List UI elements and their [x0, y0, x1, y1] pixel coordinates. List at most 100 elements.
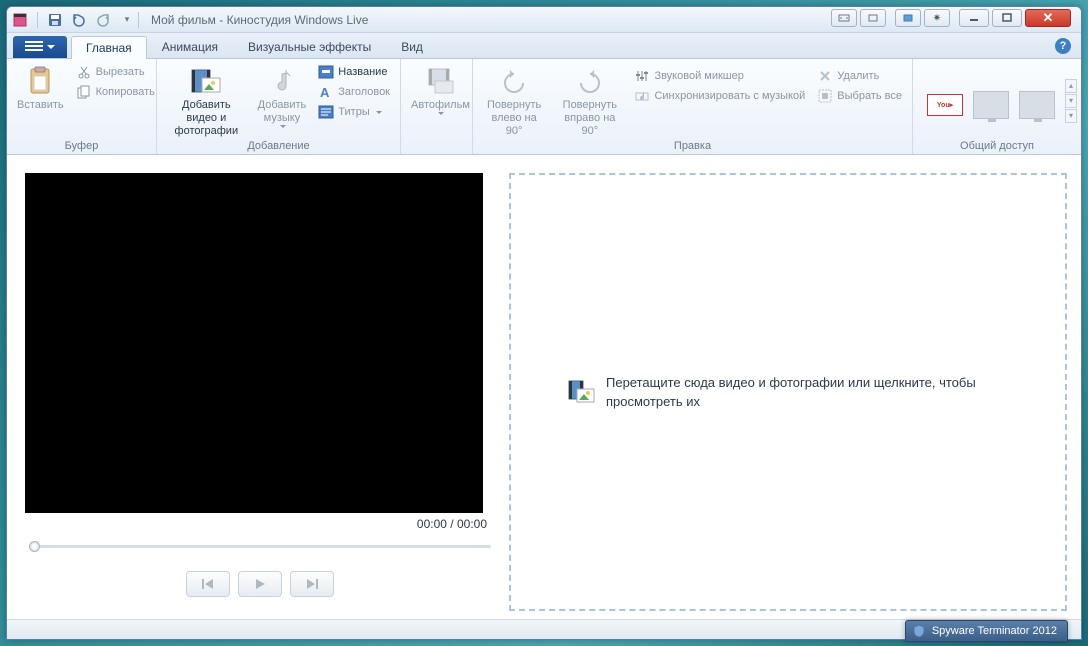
- time-separator: /: [447, 517, 457, 531]
- share-gallery[interactable]: You▸: [917, 83, 1065, 119]
- drop-hint: Перетащите сюда видео и фотографии или щ…: [568, 373, 1008, 412]
- add-music-button[interactable]: Добавить музыку: [252, 61, 313, 128]
- select-all-button[interactable]: Выбрать все: [815, 87, 904, 105]
- seek-thumb[interactable]: [29, 541, 40, 552]
- cut-button[interactable]: Вырезать: [74, 63, 157, 81]
- scroll-down-icon[interactable]: ▾: [1065, 94, 1077, 108]
- seek-bar[interactable]: [29, 537, 491, 555]
- tray-text: Spyware Terminator 2012: [932, 625, 1057, 637]
- rotate-left-icon: [498, 65, 530, 97]
- caption-icon: A: [318, 84, 334, 100]
- rotate-right-button[interactable]: Повернуть вправо на 90°: [551, 61, 628, 139]
- title-button[interactable]: Название: [316, 63, 392, 81]
- audio-mixer-label: Звуковой микшер: [654, 70, 743, 82]
- automovie-button[interactable]: Автофильм: [405, 61, 476, 115]
- workspace: 00:00 / 00:00 Перетащите сюда видео и фо…: [7, 155, 1081, 619]
- scissors-icon: [76, 64, 92, 80]
- extra-button-3[interactable]: [895, 9, 921, 27]
- rotate-left-label: Повернуть влево на 90°: [483, 99, 545, 139]
- svg-text:A: A: [320, 85, 330, 99]
- add-music-label: Добавить музыку: [258, 99, 307, 125]
- rotate-right-icon: [574, 65, 606, 97]
- qat-separator: [37, 12, 38, 28]
- gallery-expand-icon[interactable]: ▾: [1065, 109, 1077, 123]
- prev-frame-button[interactable]: [186, 571, 230, 597]
- window-controls: ✷ ✕: [828, 9, 1077, 27]
- app-window: ▾ Мой фильм - Киностудия Windows Live ✷ …: [6, 6, 1082, 640]
- tab-main[interactable]: Главная: [71, 36, 147, 59]
- undo-icon[interactable]: [70, 11, 88, 29]
- file-menu-icon: [25, 41, 43, 53]
- redo-icon[interactable]: [94, 11, 112, 29]
- rotate-left-button[interactable]: Повернуть влево на 90°: [477, 61, 551, 139]
- add-video-button[interactable]: Добавить видео и фотографии: [161, 61, 252, 139]
- tab-view[interactable]: Вид: [386, 35, 438, 58]
- qat-separator: [138, 12, 139, 28]
- copy-button[interactable]: Копировать: [74, 83, 157, 101]
- audio-mixer-button[interactable]: Звуковой микшер: [632, 67, 807, 85]
- app-icon[interactable]: [11, 11, 29, 29]
- caption-button[interactable]: A Заголовок: [316, 83, 392, 101]
- window-title: Мой фильм - Киностудия Windows Live: [151, 13, 368, 27]
- group-buffer: Вставить Вырезать Копировать Буфер: [7, 59, 157, 154]
- scroll-up-icon[interactable]: ▴: [1065, 79, 1077, 93]
- gallery-scroll[interactable]: ▴ ▾ ▾: [1065, 75, 1077, 127]
- mixer-icon: [634, 68, 650, 84]
- credits-button[interactable]: Титры: [316, 103, 392, 121]
- music-note-icon: [266, 65, 298, 97]
- caption-label: Заголовок: [338, 86, 390, 98]
- paste-label: Вставить: [17, 99, 64, 112]
- group-share: You▸ ▴ ▾ ▾ Общий доступ: [913, 59, 1081, 154]
- extra-button-4[interactable]: ✷: [924, 9, 950, 27]
- extra-button-1[interactable]: [831, 9, 857, 27]
- cut-label: Вырезать: [96, 66, 145, 78]
- credits-label: Титры: [338, 106, 369, 118]
- video-preview: [25, 173, 483, 513]
- file-menu-tab[interactable]: [13, 36, 67, 58]
- storyboard-drop-area[interactable]: Перетащите сюда видео и фотографии или щ…: [509, 173, 1067, 611]
- paste-button[interactable]: Вставить: [11, 61, 70, 112]
- minimize-button[interactable]: [959, 9, 989, 27]
- group-edit-label: Правка: [477, 140, 908, 154]
- select-all-label: Выбрать все: [837, 90, 902, 102]
- ribbon-tabs: Главная Анимация Визуальные эффекты Вид …: [7, 33, 1081, 59]
- chevron-down-icon: [438, 112, 444, 115]
- automovie-icon: [424, 65, 456, 97]
- film-photo-icon: [190, 65, 222, 97]
- automovie-label: Автофильм: [411, 99, 470, 112]
- monitor-icon: [1019, 91, 1055, 119]
- rotate-right-label: Повернуть вправо на 90°: [557, 99, 622, 139]
- chevron-down-icon: [376, 111, 382, 114]
- film-photo-icon: [568, 378, 596, 406]
- ribbon: Вставить Вырезать Копировать Буфер: [7, 59, 1081, 155]
- sync-music-button[interactable]: Синхронизировать с музыкой: [632, 87, 807, 105]
- group-add: Добавить видео и фотографии Добавить муз…: [157, 59, 401, 154]
- delete-button[interactable]: Удалить: [815, 67, 904, 85]
- copy-label: Копировать: [96, 86, 155, 98]
- tab-animation[interactable]: Анимация: [147, 35, 233, 58]
- group-buffer-label: Буфер: [11, 140, 152, 154]
- group-add-label: Добавление: [161, 140, 396, 154]
- maximize-button[interactable]: [992, 9, 1022, 27]
- add-video-label: Добавить видео и фотографии: [167, 99, 246, 139]
- shield-icon: [912, 624, 926, 638]
- transport-controls: [25, 571, 495, 597]
- help-icon[interactable]: ?: [1055, 38, 1071, 54]
- tab-effects[interactable]: Визуальные эффекты: [233, 35, 386, 58]
- title-icon: [318, 64, 334, 80]
- seek-track: [29, 545, 491, 548]
- next-frame-button[interactable]: [290, 571, 334, 597]
- tray-notification[interactable]: Spyware Terminator 2012: [905, 620, 1068, 642]
- group-automovie-label: [405, 140, 468, 154]
- clipboard-icon: [24, 65, 56, 97]
- delete-icon: [817, 68, 833, 84]
- chevron-down-icon: [280, 125, 286, 128]
- credits-icon: [318, 104, 334, 120]
- quick-access-toolbar: ▾: [11, 11, 136, 29]
- qat-customize-icon[interactable]: ▾: [118, 11, 136, 29]
- extra-button-2[interactable]: [860, 9, 886, 27]
- chevron-down-icon: [47, 45, 55, 49]
- play-button[interactable]: [238, 571, 282, 597]
- save-icon[interactable]: [46, 11, 64, 29]
- close-button[interactable]: ✕: [1025, 9, 1071, 27]
